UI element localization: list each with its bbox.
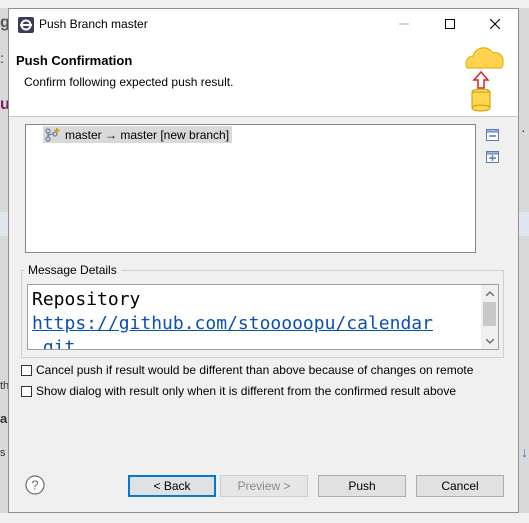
background-arrow-icon: ↓ xyxy=(521,444,528,460)
branch-add-icon xyxy=(45,127,60,142)
minimize-button[interactable] xyxy=(381,9,427,39)
minimize-icon xyxy=(399,23,409,25)
svg-text:?: ? xyxy=(31,478,38,493)
background-dot: · xyxy=(521,122,526,138)
push-banner-icon xyxy=(465,47,504,112)
wizard-header: Push Confirmation Confirm following expe… xyxy=(9,39,518,117)
background-fragment: s xyxy=(0,447,6,459)
repository-link[interactable]: https://github.com/stooooopu/calendar xyxy=(32,313,433,334)
show-dialog-checkbox[interactable] xyxy=(21,385,32,397)
background-strip-top xyxy=(0,0,529,8)
window-title: Push Branch master xyxy=(39,17,148,31)
help-icon[interactable]: ? xyxy=(25,475,45,495)
cancel-push-label: Cancel push if result would be different… xyxy=(36,363,474,377)
expand-all-icon[interactable] xyxy=(485,149,501,165)
show-dialog-option[interactable]: Show dialog with result only when it is … xyxy=(21,383,456,399)
show-dialog-label: Show dialog with result only when it is … xyxy=(36,384,456,398)
background-fragment: a xyxy=(0,411,8,426)
message-line: Repository xyxy=(32,289,141,310)
push-branch-dialog: Push Branch master Push Confirmation Con… xyxy=(8,8,519,513)
background-strip-bottom xyxy=(0,513,529,523)
tree-item[interactable]: master → master [new branch] xyxy=(43,126,233,143)
message-details-text[interactable]: Repository https://github.com/stooooopu/… xyxy=(27,284,499,350)
preview-button[interactable]: Preview > xyxy=(220,475,308,497)
scroll-down-icon[interactable] xyxy=(481,333,498,349)
back-button[interactable]: < Back xyxy=(128,475,216,497)
message-details-label: Message Details xyxy=(24,263,121,277)
vertical-scrollbar[interactable] xyxy=(481,285,498,349)
push-result-tree[interactable]: master → master [new branch] xyxy=(25,124,476,253)
maximize-icon xyxy=(445,19,455,29)
page-title: Push Confirmation xyxy=(16,53,133,68)
cancel-push-option[interactable]: Cancel push if result would be different… xyxy=(21,362,473,378)
cancel-button[interactable]: Cancel xyxy=(416,475,504,497)
repository-link-continued[interactable]: .git xyxy=(32,337,75,349)
eclipse-icon xyxy=(18,17,34,33)
maximize-button[interactable] xyxy=(427,9,473,39)
page-description: Confirm following expected push result. xyxy=(24,75,234,89)
cancel-push-checkbox[interactable] xyxy=(21,364,32,376)
close-button[interactable] xyxy=(472,9,518,39)
title-bar: Push Branch master xyxy=(9,9,518,39)
push-button[interactable]: Push xyxy=(318,475,406,497)
scroll-thumb[interactable] xyxy=(483,302,496,326)
background-fragment: : xyxy=(0,50,4,66)
scroll-up-icon[interactable] xyxy=(481,285,498,301)
collapse-all-icon[interactable] xyxy=(485,127,501,143)
tree-item-label: master → master [new branch] xyxy=(65,127,230,142)
close-icon xyxy=(490,19,500,29)
